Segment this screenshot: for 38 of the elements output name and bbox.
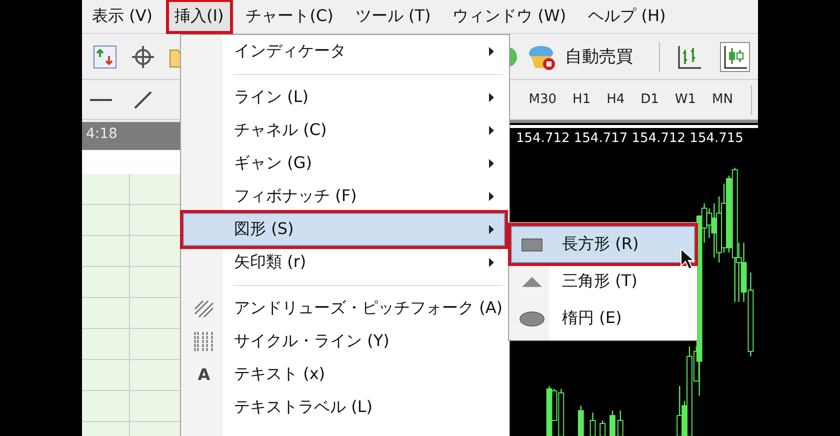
timeframe-button[interactable]: H4	[602, 92, 629, 107]
candlestick-icon[interactable]	[720, 42, 750, 72]
menu-item[interactable]: ギャン (G)	[183, 147, 505, 180]
menu-item[interactable]: 三角形 (T)	[511, 263, 695, 300]
timeframe-button[interactable]: M30	[524, 92, 561, 107]
menu-bar-item[interactable]: ウィンドウ (W)	[446, 2, 572, 31]
timeframe-button[interactable]: H1	[568, 92, 595, 107]
menu-item[interactable]: A テキスト (x)	[183, 358, 505, 391]
timeframe-button[interactable]: W1	[670, 92, 700, 107]
ohlc-values: 154.712 154.717 154.712 154.715	[516, 130, 744, 148]
menu-item[interactable]: 楕円 (E)	[511, 300, 695, 337]
rectangle-icon	[521, 238, 543, 252]
menu-item[interactable]: テキストラベル (L)	[183, 391, 505, 424]
menu-item[interactable]: フィボナッチ (F)	[183, 180, 505, 213]
hatch-lines-icon	[193, 298, 215, 318]
timeframe-button[interactable]: D1	[636, 92, 663, 107]
horizontal-line-icon[interactable]	[90, 98, 112, 102]
timeframe-button[interactable]: MN	[708, 92, 737, 107]
menu-bar-item[interactable]: チャート(C)	[240, 2, 340, 31]
menu-bar-item[interactable]: ツール (T)	[349, 2, 437, 31]
triangle-icon	[521, 276, 543, 288]
menu-item[interactable]: インディケータ	[183, 35, 505, 68]
trend-line-icon[interactable]	[134, 90, 152, 108]
vertical-lines-icon	[193, 330, 215, 352]
menu-item[interactable]: アンドリューズ・ピッチフォーク (A)	[183, 292, 505, 325]
menu-bar-item[interactable]: ヘルプ (H)	[582, 2, 672, 31]
menu-item[interactable]: サイクル・ライン (Y)	[183, 325, 505, 358]
menu-bar-item[interactable]: 挿入(I)	[168, 2, 230, 31]
candle	[578, 405, 584, 436]
menu-item[interactable]: 長方形 (R)	[511, 226, 695, 263]
ellipse-icon	[519, 310, 545, 326]
auto-trade-label[interactable]: 自動売買	[565, 45, 633, 68]
menu-item[interactable]: 図形 (S)	[183, 213, 505, 246]
menu-item[interactable]: 矢印類 (r)	[183, 246, 505, 279]
menu-bar-item[interactable]: 表示 (V)	[86, 2, 159, 31]
menu-item[interactable]: ライン (L)	[183, 81, 505, 114]
text-icon: A	[198, 365, 210, 384]
candle	[610, 410, 616, 436]
